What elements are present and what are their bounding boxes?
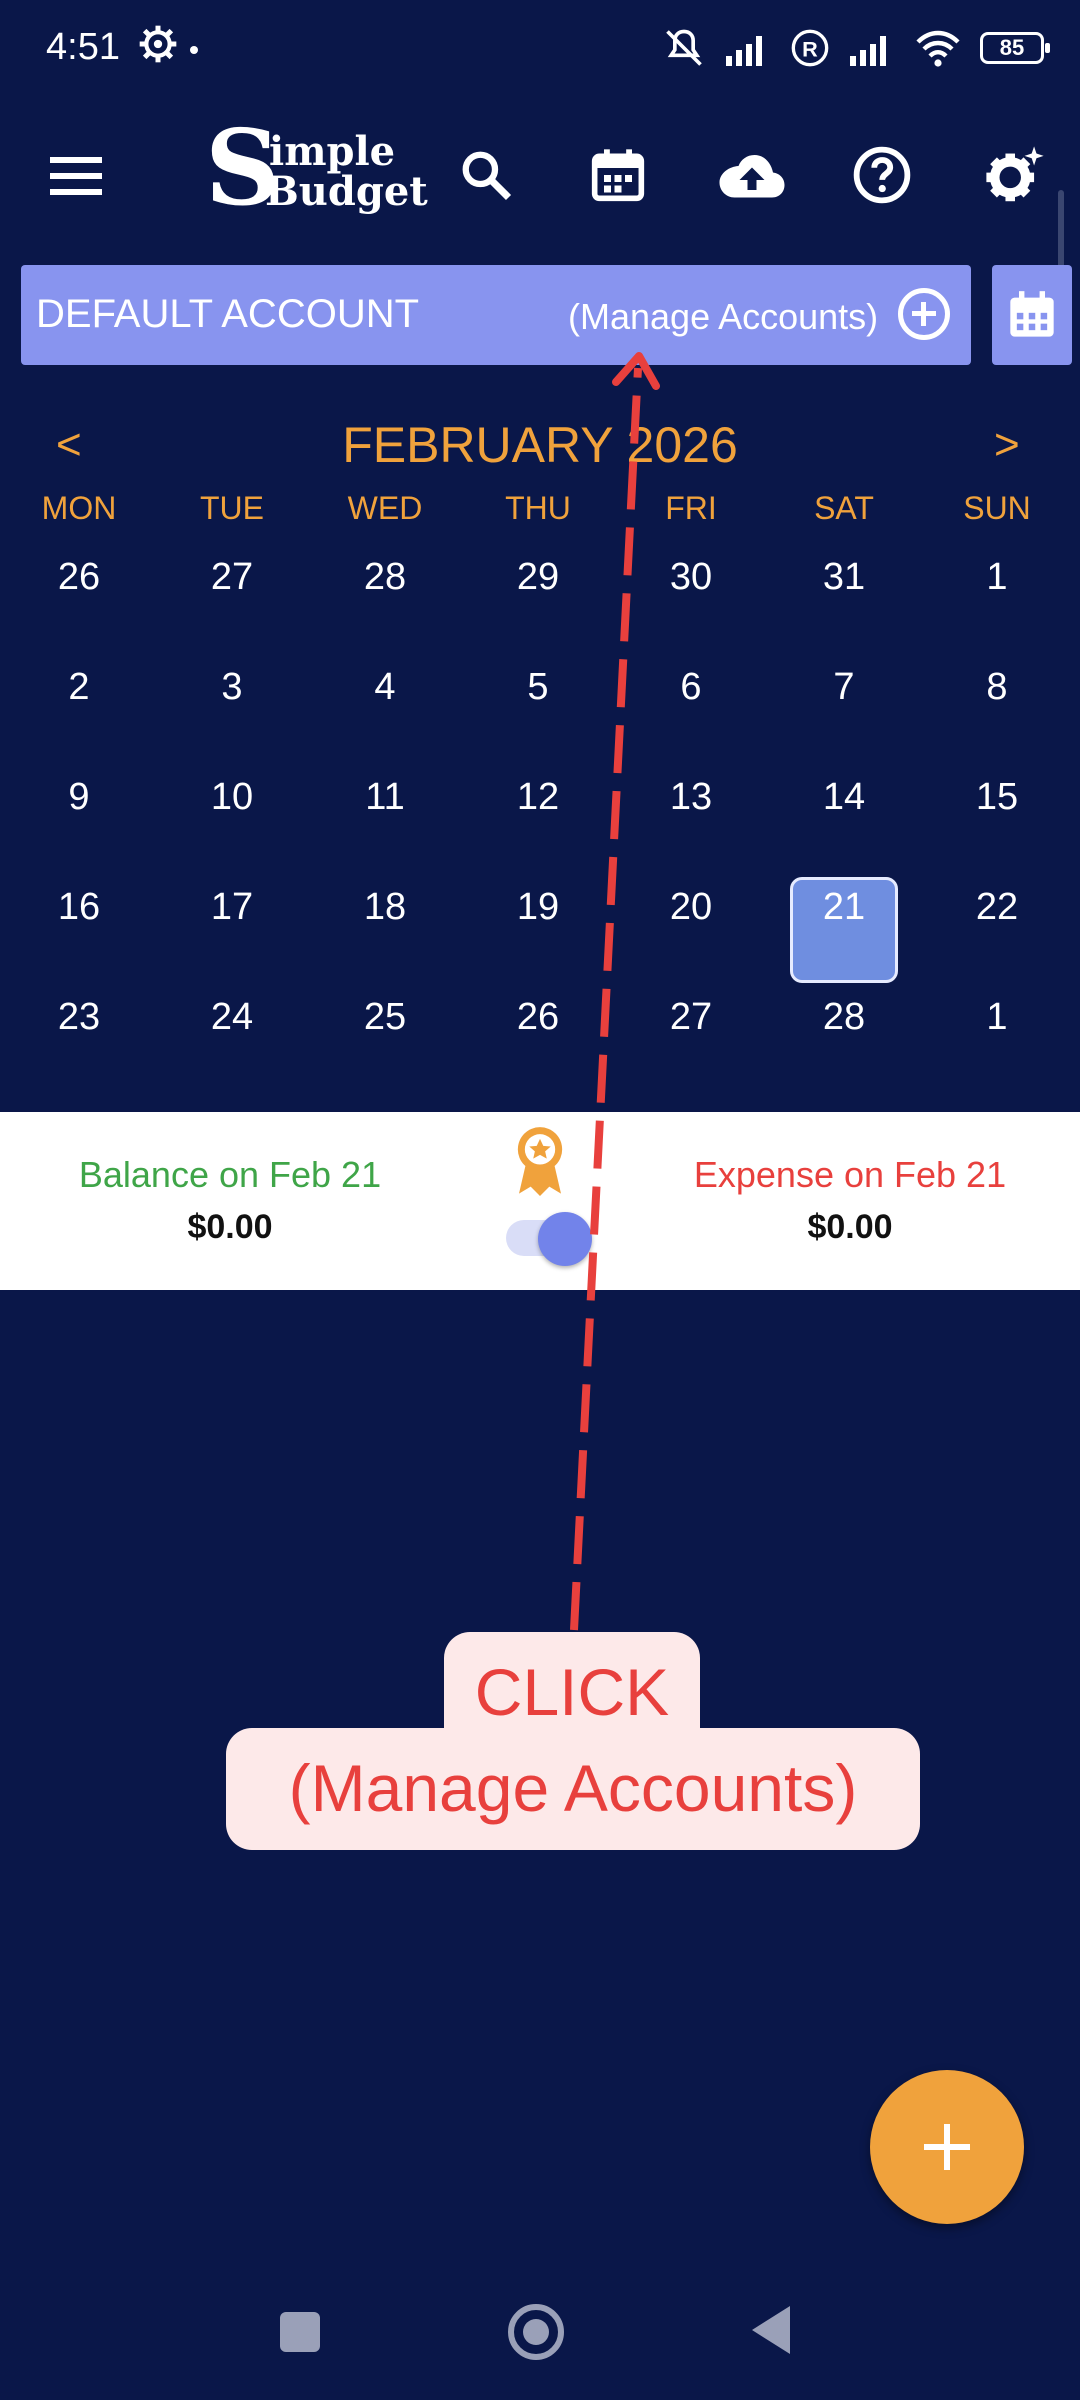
- award-ribbon-icon: [517, 1127, 563, 1196]
- search-icon[interactable]: [446, 135, 526, 215]
- calendar-day[interactable]: 5: [461, 666, 615, 709]
- calendar-day[interactable]: 13: [614, 776, 768, 819]
- nav-recents-icon[interactable]: [280, 2312, 320, 2352]
- date-picker-button[interactable]: [992, 265, 1072, 365]
- calendar-day[interactable]: 8: [920, 666, 1074, 709]
- calendar-day[interactable]: 15: [920, 776, 1074, 819]
- calendar-day[interactable]: 16: [2, 886, 156, 929]
- weekday-mon: MON: [41, 490, 117, 526]
- calendar-day[interactable]: 1: [920, 996, 1074, 1039]
- menu-icon[interactable]: [36, 135, 116, 215]
- calendar-day[interactable]: 1: [920, 556, 1074, 599]
- calendar-day[interactable]: 10: [155, 776, 309, 819]
- balance-value: $0.00: [187, 1208, 273, 1246]
- calendar-day[interactable]: 19: [461, 886, 615, 929]
- help-icon[interactable]: [842, 135, 922, 215]
- app-logo: S imple Budget: [205, 106, 428, 229]
- calendar-day[interactable]: 21: [767, 886, 921, 929]
- add-transaction-button[interactable]: [870, 2070, 1024, 2224]
- status-time: 4:51: [46, 26, 120, 68]
- callout-text-click: CLICK: [474, 1655, 670, 1729]
- calendar-day[interactable]: 6: [614, 666, 768, 709]
- svg-text:R: R: [802, 36, 818, 61]
- calendar-day[interactable]: 11: [308, 776, 462, 819]
- nav-back-icon[interactable]: [752, 2306, 790, 2354]
- weekday-thu: THU: [505, 490, 571, 526]
- next-month-button[interactable]: >: [994, 420, 1020, 470]
- weekday-sun: SUN: [963, 490, 1031, 526]
- roaming-icon: R: [791, 29, 829, 67]
- calendar-grid-icon: [1010, 291, 1054, 337]
- prev-month-button[interactable]: <: [56, 420, 82, 470]
- weekday-sat: SAT: [814, 490, 874, 526]
- settings-sparkle-icon[interactable]: [975, 135, 1055, 215]
- calendar-day[interactable]: 18: [308, 886, 462, 929]
- weekday-wed: WED: [347, 490, 423, 526]
- calendar-day[interactable]: 27: [155, 556, 309, 599]
- toggle-thumb[interactable]: [538, 1212, 592, 1266]
- battery-level: 85: [999, 35, 1025, 60]
- calendar-day[interactable]: 17: [155, 886, 309, 929]
- weekday-header: MON TUE WED THU FRI SAT SUN: [0, 490, 1080, 530]
- calendar-day[interactable]: 23: [2, 996, 156, 1039]
- calendar-day[interactable]: 14: [767, 776, 921, 819]
- expense-label: Expense on Feb 21: [693, 1154, 1007, 1195]
- calendar-day[interactable]: 20: [614, 886, 768, 929]
- status-gear-icon: [139, 25, 177, 63]
- calendar-day[interactable]: 31: [767, 556, 921, 599]
- calendar-day[interactable]: 29: [461, 556, 615, 599]
- calendar-day[interactable]: 26: [461, 996, 615, 1039]
- calendar-day[interactable]: 7: [767, 666, 921, 709]
- status-notification-dot: [190, 46, 198, 54]
- calendar-day[interactable]: 9: [2, 776, 156, 819]
- weekday-fri: FRI: [665, 490, 717, 526]
- balance-label: Balance on Feb 21: [78, 1154, 382, 1195]
- nav-home-icon[interactable]: [508, 2304, 564, 2360]
- calendar-day[interactable]: 2: [2, 666, 156, 709]
- calendar-day[interactable]: 4: [308, 666, 462, 709]
- battery-icon: 85: [980, 32, 1050, 64]
- month-title: FEBRUARY 2026: [342, 417, 738, 473]
- calendar-day[interactable]: 24: [155, 996, 309, 1039]
- calendar-day[interactable]: 28: [767, 996, 921, 1039]
- calendar-icon[interactable]: [578, 135, 658, 215]
- manage-accounts-link[interactable]: (Manage Accounts): [568, 296, 878, 338]
- calendar-day[interactable]: 30: [614, 556, 768, 599]
- calendar-day[interactable]: 12: [461, 776, 615, 819]
- calendar-day[interactable]: 25: [308, 996, 462, 1039]
- calendar-day[interactable]: 26: [2, 556, 156, 599]
- status-icons: R 85: [662, 22, 1050, 74]
- add-account-icon[interactable]: [898, 288, 950, 340]
- expense-value: $0.00: [807, 1208, 893, 1246]
- account-name[interactable]: DEFAULT ACCOUNT: [36, 292, 419, 337]
- signal-2-icon: [850, 36, 886, 66]
- weekday-tue: TUE: [200, 490, 264, 526]
- calendar-day[interactable]: 22: [920, 886, 1074, 929]
- calendar-day[interactable]: 28: [308, 556, 462, 599]
- wifi-icon: [916, 30, 960, 67]
- cloud-upload-icon[interactable]: [712, 135, 792, 215]
- calendar-day[interactable]: 3: [155, 666, 309, 709]
- signal-icon: [726, 36, 762, 66]
- callout-text-target: (Manage Accounts): [288, 1751, 858, 1825]
- calendar-day[interactable]: 27: [614, 996, 768, 1039]
- mute-bell-icon: [666, 29, 702, 66]
